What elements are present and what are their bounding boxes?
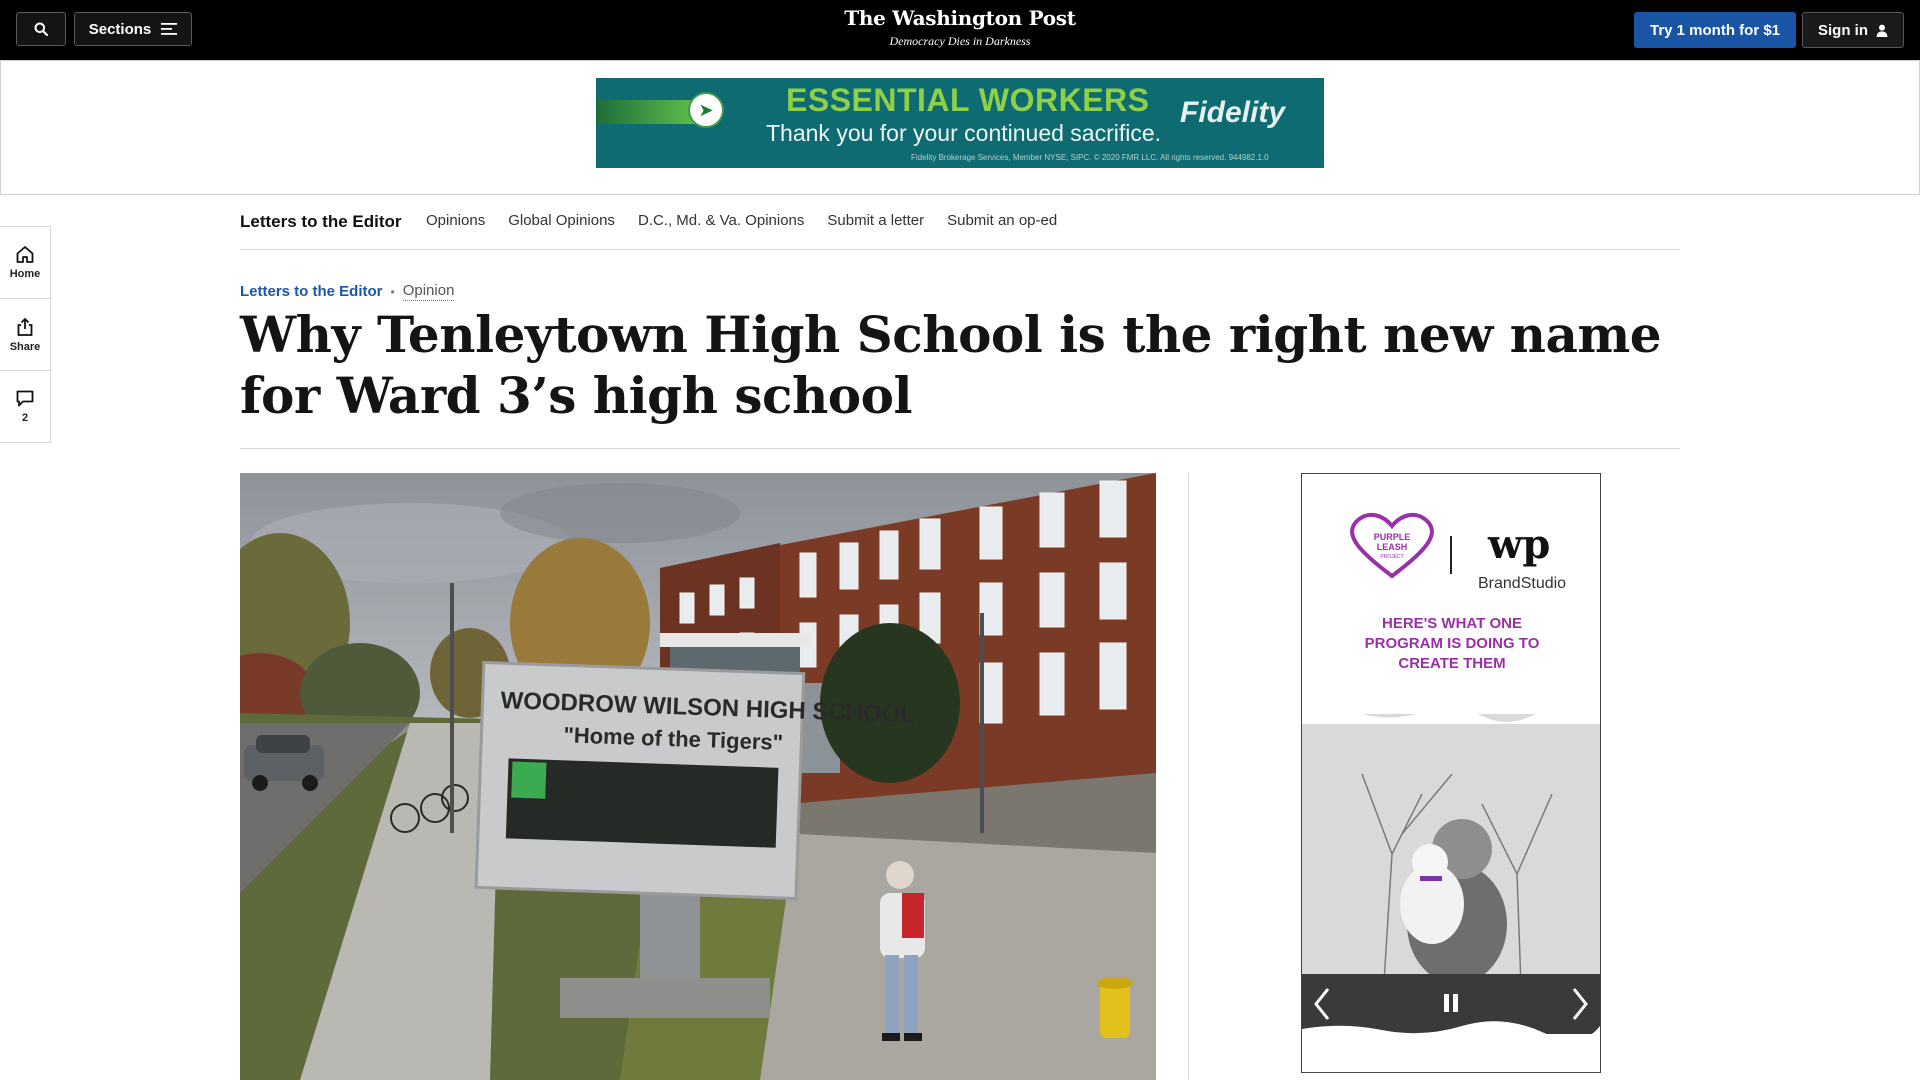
play-arrow-icon: ➤ (688, 92, 724, 128)
nav-link-opinions[interactable]: Opinions (426, 212, 485, 229)
sections-button[interactable]: Sections (74, 12, 192, 46)
ad-fine-print: Fidelity Brokerage Services, Member NYSE… (911, 153, 1269, 162)
menu-icon (161, 23, 178, 35)
sign-in-label: Sign in (1818, 21, 1868, 39)
search-button[interactable] (16, 12, 66, 46)
ad-brand-logo: Fidelity (1180, 96, 1286, 129)
section-navigation: Letters to the Editor Opinions Global Op… (240, 205, 1680, 250)
top-navigation-bar: Sections The Washington Post Democracy D… (0, 0, 1920, 60)
ad-green-bar (596, 100, 702, 124)
nav-link-submit-oped[interactable]: Submit an op-ed (947, 212, 1057, 229)
nav-link-local-opinions[interactable]: D.C., Md. & Va. Opinions (638, 212, 804, 229)
brandstudio-side-ad[interactable]: PURPLE LEASH PROJECT wp BrandStudio HERE… (1301, 473, 1601, 1073)
masthead-title: The Washington Post (844, 6, 1076, 30)
lead-photo-illustration: WOODROW WILSON HIGH SCHOOL "Home of the … (240, 473, 1156, 1080)
comment-icon (16, 390, 34, 407)
rail-home-button[interactable]: Home (0, 227, 50, 298)
partner-name-line1: PURPLE (1374, 532, 1411, 542)
sections-label: Sections (88, 20, 152, 38)
side-ad-headline: HERE'S WHAT ONE PROGRAM IS DOING TO CREA… (1364, 615, 1540, 672)
kicker-opinion-label[interactable]: Opinion (402, 282, 455, 301)
nav-link-submit-letter[interactable]: Submit a letter (827, 212, 924, 229)
kicker-section-link[interactable]: Letters to the Editor (240, 283, 383, 300)
nav-link-global-opinions[interactable]: Global Opinions (508, 212, 615, 229)
side-ad-artwork: PURPLE LEASH PROJECT wp BrandStudio HERE… (1302, 474, 1600, 1072)
article-lead-photo[interactable]: WOODROW WILSON HIGH SCHOOL "Home of the … (240, 473, 1156, 1080)
rail-home-label: Home (9, 268, 41, 280)
ad-headline: ESSENTIAL WORKERS (786, 82, 1150, 118)
rail-share-button[interactable]: Share (0, 298, 50, 370)
partner-name-line3: PROJECT (1380, 554, 1403, 560)
wp-logo: wp (1487, 521, 1550, 568)
user-icon (1876, 24, 1888, 37)
headline-divider (240, 448, 1680, 449)
article-kicker: Letters to the Editor • Opinion (240, 282, 455, 301)
masthead-tagline: Democracy Dies in Darkness (889, 34, 1031, 48)
ad-subline: Thank you for your continued sacrifice. (766, 120, 1162, 146)
section-title[interactable]: Letters to the Editor (240, 212, 402, 232)
rail-share-label: Share (9, 340, 41, 353)
column-divider (1188, 473, 1189, 1080)
section-links: Opinions Global Opinions D.C., Md. & Va.… (426, 212, 1057, 229)
brand-studio-label: BrandStudio (1478, 575, 1566, 592)
article-headline: Why Tenleytown High School is the right … (240, 305, 1662, 425)
home-icon (16, 246, 34, 263)
masthead-logo[interactable]: The Washington Post Democracy Dies in Da… (760, 6, 1160, 49)
share-icon (17, 317, 33, 336)
search-icon (34, 22, 48, 36)
rail-comments-button[interactable]: 2 (0, 370, 50, 442)
rail-comments-count: 2 (21, 412, 29, 424)
kicker-separator: • (390, 284, 395, 299)
subscribe-trial-button[interactable]: Try 1 month for $1 (1634, 12, 1796, 48)
partner-name-line2: LEASH (1377, 542, 1408, 552)
sign-in-button[interactable]: Sign in (1802, 12, 1904, 48)
left-share-rail: Home Share 2 (0, 226, 51, 443)
fidelity-banner-ad[interactable]: ➤ ESSENTIAL WORKERS Thank you for your c… (596, 78, 1324, 168)
